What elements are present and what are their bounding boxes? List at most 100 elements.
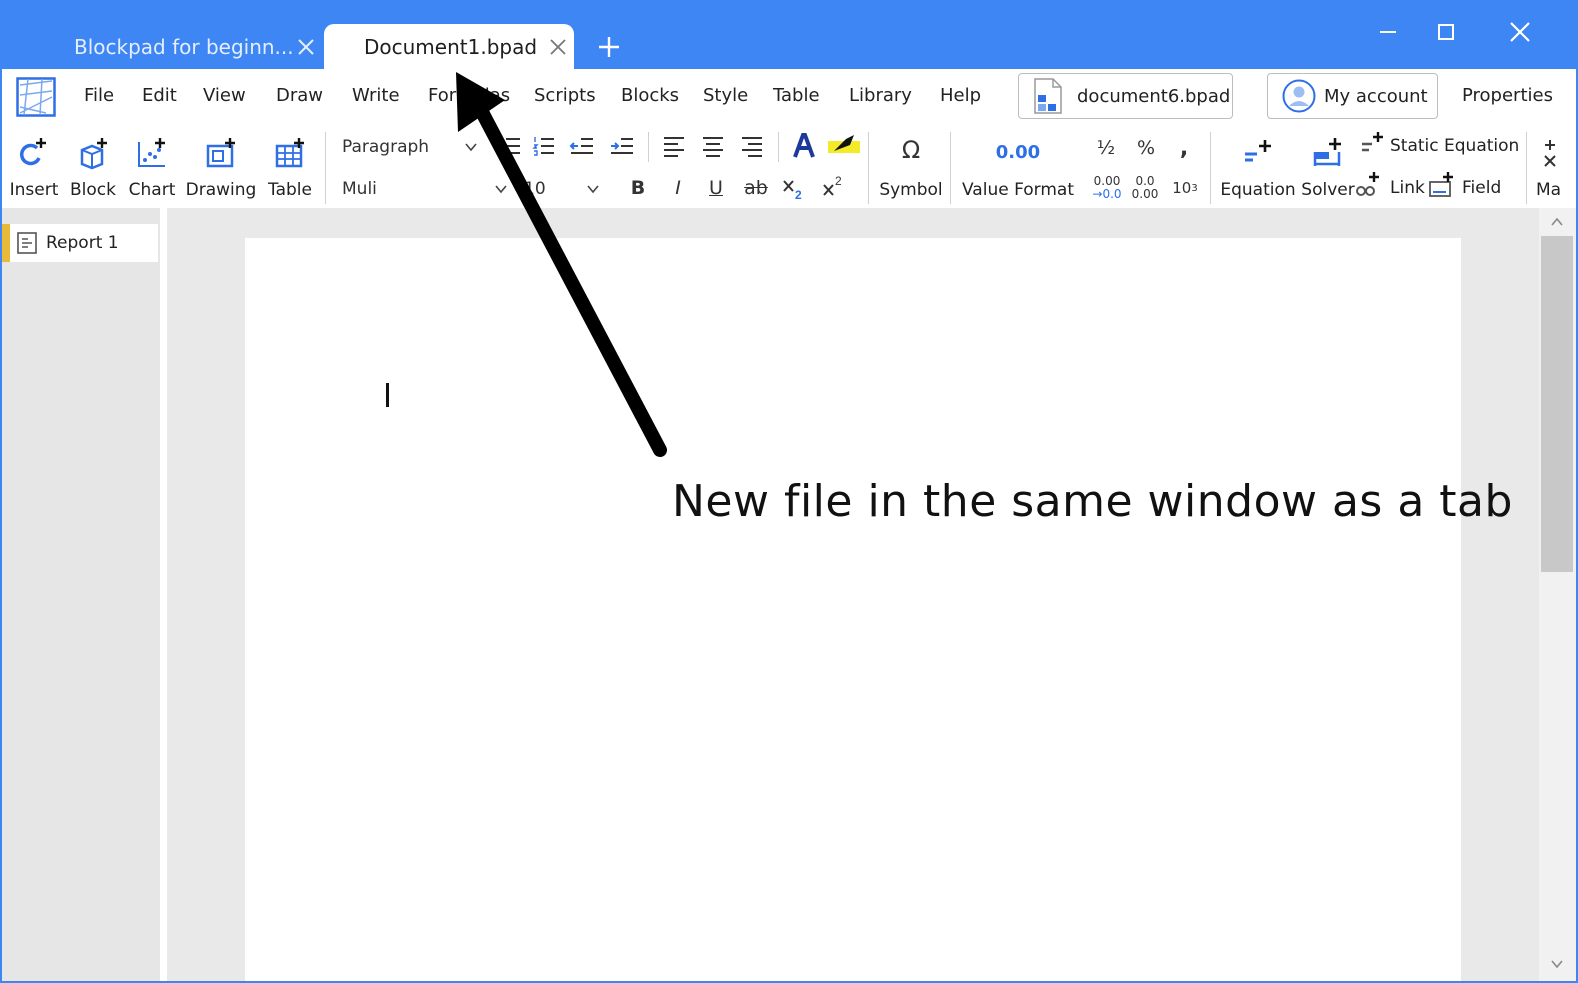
solver-button[interactable]: Solver [1300, 136, 1356, 206]
superscript-icon[interactable]: 2 [820, 174, 848, 202]
insert-label: Insert [9, 180, 59, 200]
font-size-select[interactable]: 10 [516, 172, 606, 206]
equation-icon [1241, 136, 1275, 170]
table-button[interactable]: Table [264, 136, 316, 206]
app-logo-icon [16, 77, 56, 117]
table-icon [273, 136, 307, 170]
chart-button[interactable]: Chart [124, 136, 180, 206]
bold-button[interactable]: B [624, 174, 652, 202]
font-color-icon[interactable] [790, 132, 818, 160]
menu-style[interactable]: Style [703, 85, 748, 106]
scientific-notation-button[interactable]: 10 3 [1168, 174, 1202, 202]
align-center-icon[interactable] [699, 132, 727, 160]
fraction-button[interactable]: ½ [1092, 134, 1120, 162]
toolbar-divider [325, 132, 326, 204]
numbered-list-icon[interactable] [530, 132, 558, 160]
menu-draw[interactable]: Draw [276, 85, 323, 106]
menu-bar: File Edit View Draw Write Formulas Scrip… [2, 69, 1576, 126]
math-icon [1536, 136, 1570, 170]
bullet-list-icon[interactable] [496, 132, 524, 160]
strikethrough-button[interactable]: ab [740, 174, 772, 202]
percent-button[interactable]: % [1132, 134, 1160, 162]
close-window-icon[interactable] [1500, 12, 1540, 52]
menu-formulas[interactable]: Formulas [428, 85, 510, 106]
drawing-icon [204, 136, 238, 170]
document-chip[interactable]: document6.bpad [1018, 73, 1233, 119]
drawing-button[interactable]: Drawing [182, 136, 260, 206]
subscript-icon[interactable]: 2 [780, 174, 808, 202]
increase-decimals-button[interactable]: 0.00 →0.0 [1090, 174, 1124, 202]
properties-button[interactable]: Properties [1462, 85, 1553, 106]
vertical-scrollbar[interactable] [1539, 208, 1576, 981]
table-label: Table [268, 180, 312, 200]
font-value: Muli [342, 179, 377, 199]
symbol-button[interactable]: Ω Symbol [876, 136, 946, 206]
align-left-icon[interactable] [660, 132, 688, 160]
menu-table[interactable]: Table [773, 85, 820, 106]
italic-button[interactable]: I [664, 174, 692, 202]
tab-document1[interactable]: Document1.bpad [324, 24, 574, 69]
maximize-icon[interactable] [1426, 12, 1466, 52]
annotation-caption: New file in the same window as a tab [672, 476, 1513, 527]
menu-help[interactable]: Help [940, 85, 981, 106]
avatar-icon [1282, 79, 1316, 113]
scroll-down-icon[interactable] [1549, 956, 1565, 972]
minimize-icon[interactable] [1368, 12, 1408, 52]
italic-label: I [675, 177, 681, 199]
text-cursor [386, 383, 389, 407]
math-button-partial[interactable]: Ma [1536, 136, 1576, 206]
close-tab-icon[interactable] [544, 33, 572, 61]
new-tab-plus-icon[interactable] [594, 32, 624, 62]
toolbar-divider [778, 132, 779, 162]
sci-base: 10 [1172, 179, 1192, 197]
document-chip-label: document6.bpad [1077, 85, 1231, 107]
thousands-separator-button[interactable]: , [1170, 134, 1198, 162]
menu-blocks[interactable]: Blocks [621, 85, 679, 106]
scroll-up-icon[interactable] [1549, 214, 1565, 230]
insert-button[interactable]: Insert [6, 136, 62, 206]
underline-button[interactable]: U [702, 174, 730, 202]
block-label: Block [70, 180, 116, 200]
chevron-down-icon [464, 139, 478, 153]
document-page[interactable] [245, 238, 1461, 981]
static-equation-button[interactable]: Static Equation [1360, 130, 1520, 164]
decrease-indent-icon[interactable] [568, 132, 596, 160]
link-icon [1354, 170, 1382, 198]
my-account-label: My account [1324, 85, 1428, 107]
title-bar: Blockpad for beginn... Document1.bpad [2, 2, 1576, 69]
toolbar-divider [1526, 132, 1527, 204]
menu-edit[interactable]: Edit [142, 85, 177, 106]
increase-indent-icon[interactable] [608, 132, 636, 160]
value-format-button[interactable]: 0.00 Value Format [958, 136, 1078, 206]
chart-label: Chart [128, 180, 176, 200]
tab-blockpad-for-beginners[interactable]: Blockpad for beginn... [42, 24, 322, 69]
sidebar-item-report-1[interactable]: Report 1 [2, 224, 158, 262]
scroll-thumb[interactable] [1541, 236, 1573, 572]
link-button[interactable]: Link [1354, 170, 1428, 204]
menu-view[interactable]: View [203, 85, 246, 106]
equation-button[interactable]: Equation [1218, 136, 1298, 206]
active-marker [2, 224, 10, 262]
insert-icon [17, 136, 51, 170]
menu-library[interactable]: Library [849, 85, 912, 106]
menu-scripts[interactable]: Scripts [534, 85, 596, 106]
math-label: Ma [1536, 180, 1562, 200]
report-sidebar: Report 1 [2, 208, 160, 981]
svg-text:2: 2 [835, 175, 842, 188]
bold-label: B [630, 177, 646, 199]
menu-file[interactable]: File [84, 85, 114, 106]
menu-write[interactable]: Write [352, 85, 400, 106]
align-right-icon[interactable] [738, 132, 766, 160]
sidebar-item-label: Report 1 [46, 233, 119, 253]
highlight-icon[interactable] [828, 132, 860, 160]
my-account-button[interactable]: My account [1267, 73, 1438, 119]
field-button[interactable]: Field [1428, 170, 1508, 204]
toolbar-divider [950, 132, 951, 204]
value-format-label: Value Format [962, 180, 1074, 200]
block-icon [76, 136, 110, 170]
decrease-decimals-button[interactable]: 0.0 0.00 [1128, 174, 1162, 202]
font-select[interactable]: Muli [334, 172, 514, 206]
paragraph-style-select[interactable]: Paragraph [334, 130, 484, 164]
close-tab-icon[interactable] [292, 33, 320, 61]
block-button[interactable]: Block [66, 136, 120, 206]
